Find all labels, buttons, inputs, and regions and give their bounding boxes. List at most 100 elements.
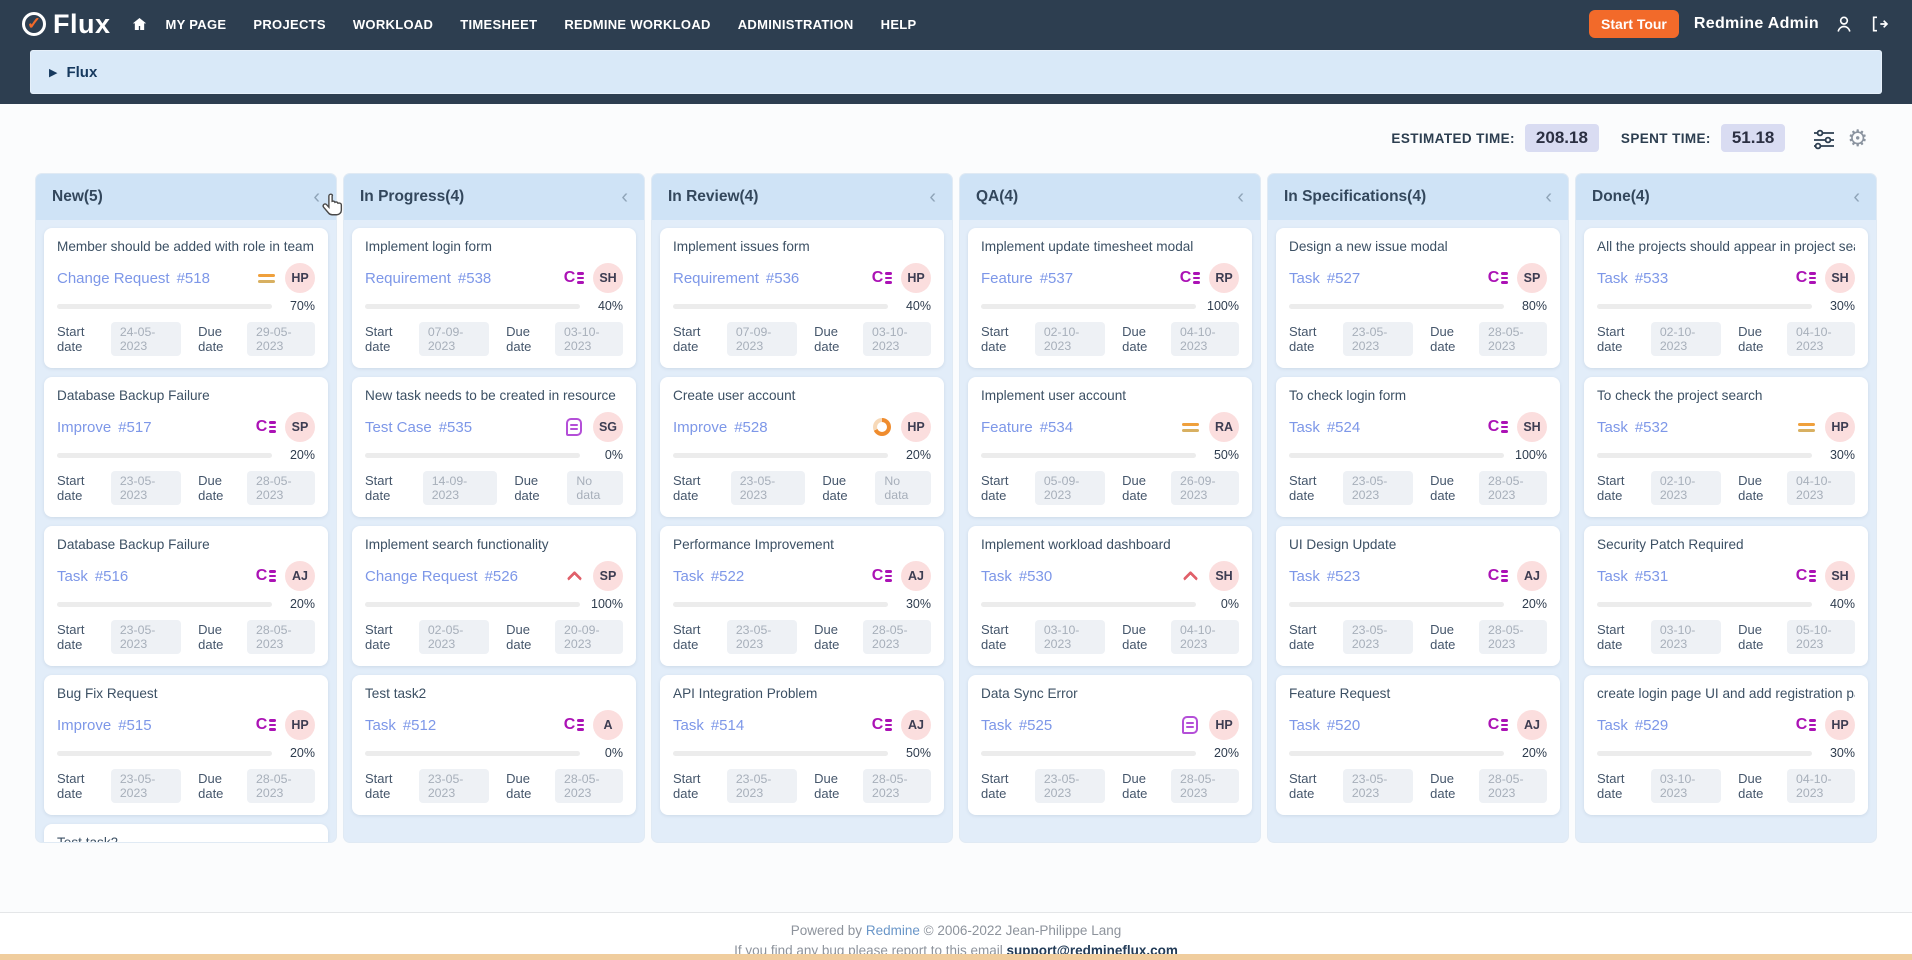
issue-card[interactable]: Feature Request Task#520 C AJ 20% Start … xyxy=(1276,675,1560,815)
settings-gear-icon[interactable]: ⚙ xyxy=(1847,127,1868,150)
user-icon[interactable] xyxy=(1834,14,1854,34)
assignee-avatar[interactable]: HP xyxy=(1209,710,1239,740)
issue-card[interactable]: Test task2 Task#513 C A 0% Start date 23… xyxy=(44,824,328,842)
issue-link[interactable]: Task#516 xyxy=(57,568,128,585)
assignee-avatar[interactable]: HP xyxy=(285,710,315,740)
issue-card[interactable]: To check the project search Task#532 HP … xyxy=(1584,377,1868,517)
issue-card[interactable]: Design a new issue modal Task#527 C SP 8… xyxy=(1276,228,1560,368)
start-date-label: Start date xyxy=(1597,622,1644,652)
doc-icon xyxy=(1179,714,1201,736)
issue-link[interactable]: Task#527 xyxy=(1289,270,1360,287)
issue-id: #525 xyxy=(1019,717,1052,734)
issue-link[interactable]: Change Request#526 xyxy=(365,568,518,585)
assignee-avatar[interactable]: SH xyxy=(593,263,623,293)
issue-card[interactable]: Database Backup Failure Improve#517 C SP… xyxy=(44,377,328,517)
issue-card[interactable]: API Integration Problem Task#514 C AJ 50… xyxy=(660,675,944,815)
issue-link[interactable]: Task#514 xyxy=(673,717,744,734)
assignee-avatar[interactable]: AJ xyxy=(1517,561,1547,591)
issue-link[interactable]: Task#524 xyxy=(1289,419,1360,436)
logout-icon[interactable] xyxy=(1869,14,1890,34)
issue-link[interactable]: Task#520 xyxy=(1289,717,1360,734)
issue-link[interactable]: Change Request#518 xyxy=(57,270,210,287)
nav-item-workload[interactable]: WORKLOAD xyxy=(353,17,433,32)
nav-item-timesheet[interactable]: TIMESHEET xyxy=(460,17,537,32)
assignee-avatar[interactable]: AJ xyxy=(901,561,931,591)
issue-link[interactable]: Test Case#535 xyxy=(365,419,472,436)
assignee-avatar[interactable]: A xyxy=(593,710,623,740)
start-tour-button[interactable]: Start Tour xyxy=(1589,10,1679,38)
assignee-avatar[interactable]: SH xyxy=(1517,412,1547,442)
issue-link[interactable]: Task#522 xyxy=(673,568,744,585)
collapse-column-icon[interactable]: ‹ xyxy=(621,187,628,207)
issue-card[interactable]: Create user account Improve#528 HP 20% S… xyxy=(660,377,944,517)
flux-logo[interactable]: ✓ Flux xyxy=(22,9,111,40)
assignee-avatar[interactable]: SP xyxy=(1517,263,1547,293)
issue-card[interactable]: Security Patch Required Task#531 C SH 40… xyxy=(1584,526,1868,666)
issue-link[interactable]: Improve#528 xyxy=(673,419,768,436)
assignee-avatar[interactable]: HP xyxy=(1825,710,1855,740)
assignee-avatar[interactable]: HP xyxy=(1825,412,1855,442)
assignee-avatar[interactable]: HP xyxy=(285,263,315,293)
collapse-column-icon[interactable]: ‹ xyxy=(1237,187,1244,207)
home-icon[interactable] xyxy=(131,16,148,32)
assignee-avatar[interactable]: SH xyxy=(1825,561,1855,591)
assignee-avatar[interactable]: SP xyxy=(285,412,315,442)
issue-link[interactable]: Task#512 xyxy=(365,717,436,734)
nav-item-redmine-workload[interactable]: REDMINE WORKLOAD xyxy=(564,17,710,32)
issue-card[interactable]: Bug Fix Request Improve#515 C HP 20% Sta… xyxy=(44,675,328,815)
issue-card[interactable]: Test task2 Task#512 C A 0% Start date 23… xyxy=(352,675,636,815)
assignee-avatar[interactable]: RP xyxy=(1209,263,1239,293)
collapse-column-icon[interactable]: ‹ xyxy=(313,187,320,207)
progress-bar xyxy=(1597,304,1812,309)
issue-link[interactable]: Task#530 xyxy=(981,568,1052,585)
nav-item-administration[interactable]: ADMINISTRATION xyxy=(738,17,854,32)
issue-link[interactable]: Task#525 xyxy=(981,717,1052,734)
assignee-avatar[interactable]: AJ xyxy=(285,561,315,591)
issue-link[interactable]: Task#531 xyxy=(1597,568,1668,585)
collapse-column-icon[interactable]: ‹ xyxy=(929,187,936,207)
issue-card[interactable]: Performance Improvement Task#522 C AJ 30… xyxy=(660,526,944,666)
redmine-link[interactable]: Redmine xyxy=(866,923,920,938)
issue-link[interactable]: Task#529 xyxy=(1597,717,1668,734)
issue-card[interactable]: Implement search functionality Change Re… xyxy=(352,526,636,666)
assignee-avatar[interactable]: SG xyxy=(593,412,623,442)
issue-card[interactable]: All the projects should appear in projec… xyxy=(1584,228,1868,368)
issue-link[interactable]: Requirement#538 xyxy=(365,270,491,287)
issue-link[interactable]: Task#523 xyxy=(1289,568,1360,585)
nav-item-help[interactable]: HELP xyxy=(881,17,917,32)
assignee-avatar[interactable]: HP xyxy=(901,412,931,442)
issue-card[interactable]: Data Sync Error Task#525 HP 20% Start da… xyxy=(968,675,1252,815)
issue-card[interactable]: New task needs to be created in resource… xyxy=(352,377,636,517)
issue-card[interactable]: To check login form Task#524 C SH 100% S… xyxy=(1276,377,1560,517)
issue-card[interactable]: Database Backup Failure Task#516 C AJ 20… xyxy=(44,526,328,666)
issue-card[interactable]: Implement workload dashboard Task#530 SH… xyxy=(968,526,1252,666)
nav-item-projects[interactable]: PROJECTS xyxy=(253,17,325,32)
issue-link[interactable]: Task#533 xyxy=(1597,270,1668,287)
filter-sliders-icon[interactable] xyxy=(1811,126,1837,150)
issue-card[interactable]: Implement update timesheet modal Feature… xyxy=(968,228,1252,368)
issue-card[interactable]: UI Design Update Task#523 C AJ 20% Start… xyxy=(1276,526,1560,666)
issue-link[interactable]: Feature#534 xyxy=(981,419,1073,436)
breadcrumb[interactable]: ▶ Flux xyxy=(30,50,1882,94)
issue-link[interactable]: Feature#537 xyxy=(981,270,1073,287)
user-name[interactable]: Redmine Admin xyxy=(1694,15,1819,33)
collapse-column-icon[interactable]: ‹ xyxy=(1545,187,1552,207)
assignee-avatar[interactable]: AJ xyxy=(901,710,931,740)
issue-link[interactable]: Improve#515 xyxy=(57,717,152,734)
issue-card[interactable]: Implement user account Feature#534 RA 50… xyxy=(968,377,1252,517)
issue-link[interactable]: Requirement#536 xyxy=(673,270,799,287)
assignee-avatar[interactable]: AJ xyxy=(1517,710,1547,740)
issue-card[interactable]: Implement login form Requirement#538 C S… xyxy=(352,228,636,368)
collapse-column-icon[interactable]: ‹ xyxy=(1853,187,1860,207)
nav-item-my-page[interactable]: MY PAGE xyxy=(166,17,227,32)
issue-link[interactable]: Task#532 xyxy=(1597,419,1668,436)
assignee-avatar[interactable]: RA xyxy=(1209,412,1239,442)
issue-card[interactable]: create login page UI and add registratio… xyxy=(1584,675,1868,815)
issue-card[interactable]: Member should be added with role in team… xyxy=(44,228,328,368)
assignee-avatar[interactable]: SH xyxy=(1209,561,1239,591)
assignee-avatar[interactable]: SP xyxy=(593,561,623,591)
issue-card[interactable]: Implement issues form Requirement#536 C … xyxy=(660,228,944,368)
assignee-avatar[interactable]: SH xyxy=(1825,263,1855,293)
issue-link[interactable]: Improve#517 xyxy=(57,419,152,436)
assignee-avatar[interactable]: HP xyxy=(901,263,931,293)
